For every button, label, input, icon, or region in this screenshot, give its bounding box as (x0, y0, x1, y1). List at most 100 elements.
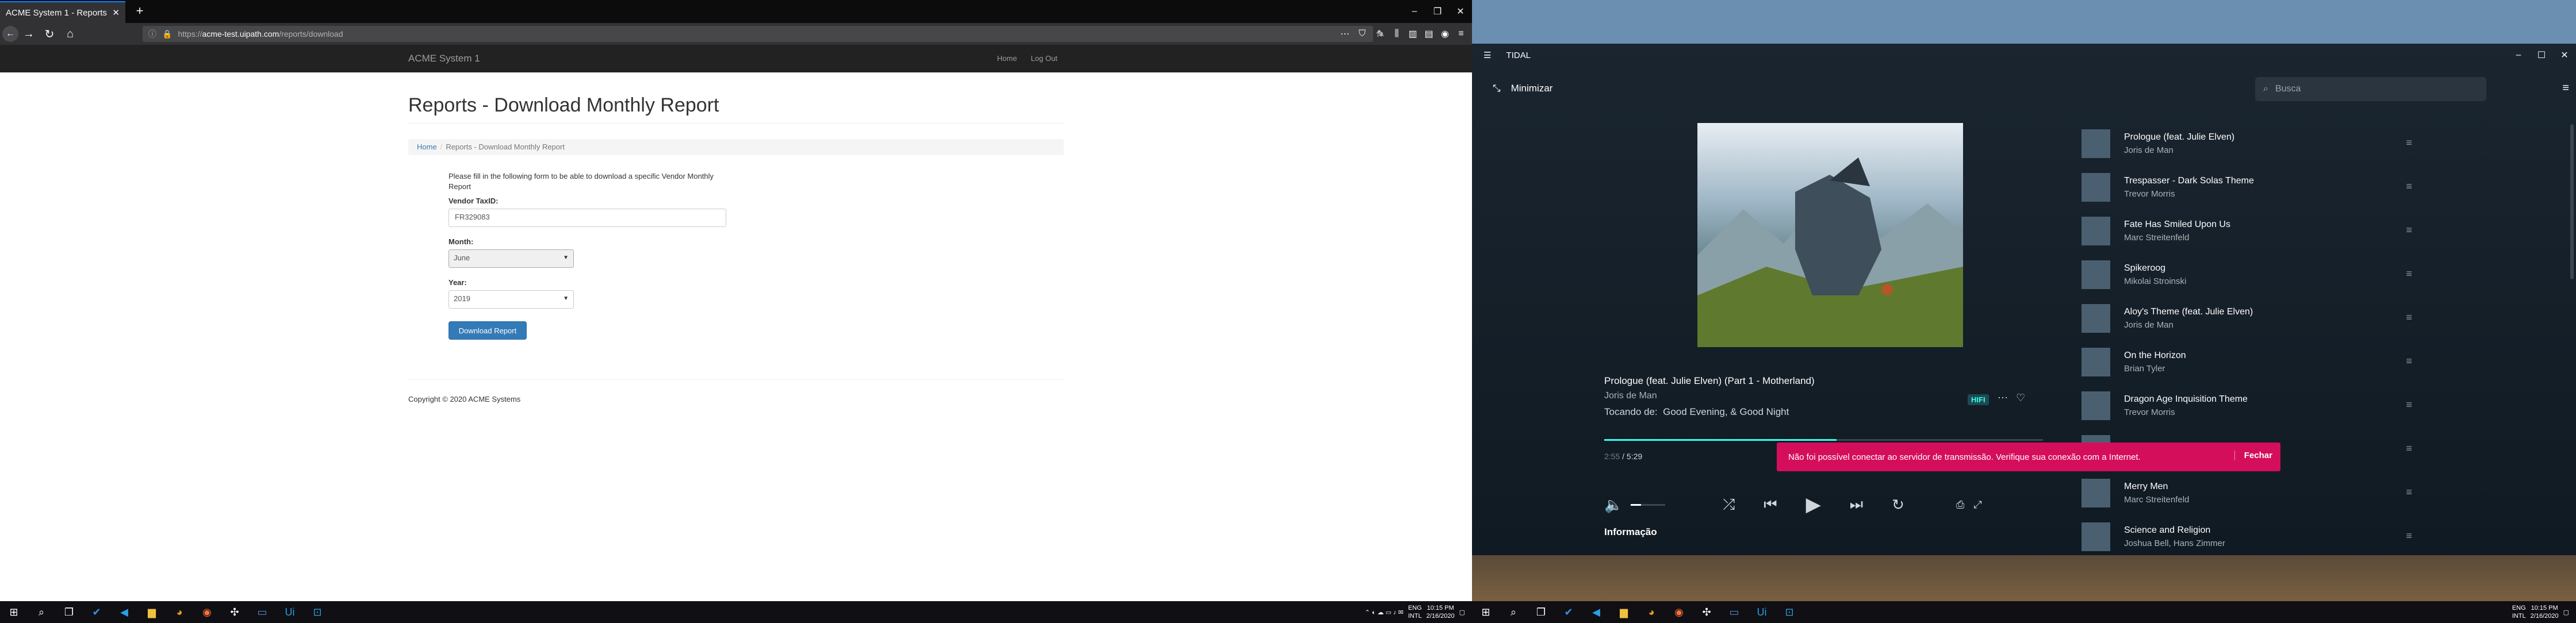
month-select[interactable]: June ▼ (448, 249, 574, 268)
queue-item[interactable]: On the Horizon Brian Tyler ≡ (2082, 340, 2426, 384)
sidebar-icon[interactable]: ▥ (1406, 26, 1419, 42)
favorite-heart-icon[interactable]: ♡ (2016, 392, 2025, 404)
queue-item-menu-icon[interactable]: ≡ (2406, 355, 2412, 367)
clock[interactable]: 10:15 PM 2/16/2020 (2531, 604, 2559, 620)
progress-bar[interactable] (1604, 439, 2043, 441)
repeat-icon[interactable]: ↻ (1892, 496, 1904, 514)
forward-icon[interactable]: → (18, 25, 39, 43)
queue-title[interactable]: Merry Men (2124, 482, 2366, 492)
queue-item[interactable]: Science and Religion Joshua Bell, Hans Zi… (2082, 515, 2426, 559)
close-window-icon[interactable]: ✕ (1449, 0, 1472, 23)
todo-app-icon[interactable]: ✔ (1555, 601, 1582, 623)
queue-title[interactable]: Science and Religion (2124, 525, 2366, 536)
queue-item-menu-icon[interactable]: ≡ (2406, 312, 2412, 324)
restore-icon[interactable]: ❐ (1426, 0, 1449, 23)
queue-item[interactable]: Prologue (feat. Julie Elven) Joris de Man… (2082, 122, 2426, 166)
queue-title[interactable]: On the Horizon (2124, 351, 2366, 361)
minimize-icon[interactable]: – (2507, 44, 2530, 67)
tidal-icon[interactable]: ✣ (1693, 601, 1720, 623)
shuffle-icon[interactable]: ⤮ (1723, 495, 1735, 514)
info-icon[interactable]: ⓘ (148, 28, 156, 40)
tray-icons[interactable]: ⌃ ◐ ☁ ▭ ♪ ✉ (1365, 609, 1404, 616)
search-input[interactable]: ⌕ Busca (2255, 77, 2486, 101)
uipath-studio-icon[interactable]: Ui (276, 601, 304, 623)
queue-title[interactable]: Prologue (feat. Julie Elven) (2124, 132, 2366, 143)
hamburger-menu-icon[interactable]: ≡ (1455, 26, 1467, 42)
queue-artist[interactable]: Marc Streitenfeld (2124, 233, 2366, 243)
chrome-icon[interactable]: ◕ (166, 601, 193, 623)
task-view-icon[interactable]: ❐ (1527, 601, 1555, 623)
close-tab-icon[interactable]: ✕ (112, 7, 120, 18)
notification-icon[interactable]: ▢ (1459, 609, 1465, 616)
input-language[interactable]: ENG INTL (1408, 604, 1422, 620)
uipath-robot-icon[interactable]: ⊡ (304, 601, 331, 623)
queue-item[interactable]: Spikeroog Mikolai Stroinski ≡ (2082, 253, 2426, 297)
queue-menu-icon[interactable]: ≡ (2562, 82, 2569, 95)
queue-item[interactable]: Dragon Age Inquisition Theme Trevor Morri… (2082, 384, 2426, 428)
queue-artist[interactable]: Mikolai Stroinski (2124, 276, 2366, 286)
input-language[interactable]: ENG INTL (2512, 604, 2526, 620)
queue-title[interactable]: Trespasser - Dark Solas Theme (2124, 176, 2366, 186)
previous-icon[interactable]: ⏮ (1764, 495, 1777, 514)
maximize-icon[interactable]: ☐ (2530, 44, 2553, 67)
file-explorer-icon[interactable]: ▆ (1610, 601, 1638, 623)
more-options-icon[interactable]: ⋯ (1998, 392, 2008, 404)
year-select[interactable]: 2019 ▼ (448, 290, 574, 309)
close-window-icon[interactable]: ✕ (2553, 44, 2576, 67)
app-window-icon[interactable]: ▭ (1720, 601, 1748, 623)
queue-item[interactable]: Merry Men Marc Streitenfeld ≡ (2082, 471, 2426, 515)
firefox-icon[interactable]: ◉ (193, 601, 221, 623)
nav-logout-link[interactable]: Log Out (1031, 54, 1057, 63)
task-view-icon[interactable]: ❐ (55, 601, 83, 623)
queue-title[interactable]: Dragon Age Inquisition Theme (2124, 394, 2366, 405)
search-icon[interactable]: ⌕ (1500, 601, 1527, 623)
chrome-icon[interactable]: ◕ (1638, 601, 1665, 623)
page-actions-icon[interactable]: ⋯ (1339, 26, 1351, 42)
queue-item-menu-icon[interactable]: ≡ (2406, 224, 2412, 236)
minimize-player-button[interactable]: ⤡ Minimizar (1493, 83, 1552, 94)
address-bar[interactable]: ⓘ 🔒 https://acme-test.uipath.com/reports… (143, 26, 1373, 42)
uipath-studio-icon[interactable]: Ui (1748, 601, 1776, 623)
now-playing-title[interactable]: Prologue (feat. Julie Elven) (Part 1 - M… (1604, 375, 1815, 387)
now-playing-artist[interactable]: Joris de Man (1604, 391, 1657, 401)
playing-from-source[interactable]: Good Evening, & Good Night (1663, 406, 1789, 417)
queue-scrollbar[interactable] (2570, 124, 2574, 279)
queue-item[interactable]: Trespasser - Dark Solas Theme Trevor Morr… (2082, 166, 2426, 209)
search-icon[interactable]: ⌕ (28, 601, 55, 623)
home-icon[interactable]: ⌂ (60, 25, 80, 43)
pocket-icon[interactable]: ⛉ (1356, 26, 1368, 42)
volume-slider[interactable] (1631, 503, 1666, 506)
queue-title[interactable]: Spikeroog (2124, 263, 2366, 274)
clock[interactable]: 10:15 PM 2/16/2020 (1427, 604, 1455, 620)
queue-item-menu-icon[interactable]: ≡ (2406, 399, 2412, 411)
vscode-icon[interactable]: ◀ (110, 601, 138, 623)
browser-tab[interactable]: ACME System 1 - Reports - Downlo ✕ (0, 1, 125, 23)
start-icon[interactable]: ⊞ (0, 601, 28, 623)
queue-artist[interactable]: Joshua Bell, Hans Zimmer (2124, 539, 2366, 548)
new-tab-icon[interactable]: + (131, 3, 148, 20)
fullscreen-icon[interactable]: ⤢ (1973, 499, 1981, 511)
todo-app-icon[interactable]: ✔ (83, 601, 110, 623)
download-report-button[interactable]: Download Report (448, 321, 527, 340)
queue-item-menu-icon[interactable]: ≡ (2406, 443, 2412, 455)
cast-icon[interactable]: ⎙ (1956, 499, 1964, 511)
app-menu-icon[interactable]: ☰ (1483, 50, 1491, 60)
queue-artist[interactable]: Brian Tyler (2124, 364, 2366, 374)
uipath-robot-icon[interactable]: ⊡ (1776, 601, 1803, 623)
queue-item-menu-icon[interactable]: ≡ (2406, 180, 2412, 193)
queue-artist[interactable]: Joris de Man (2124, 145, 2366, 155)
queue-item[interactable]: Fate Has Smiled Upon Us Marc Streitenfeld… (2082, 209, 2426, 253)
site-brand[interactable]: ACME System 1 (408, 53, 480, 64)
reader-icon[interactable]: ▤ (1423, 26, 1435, 42)
toast-close-button[interactable]: Fechar (2234, 451, 2272, 460)
queue-item-menu-icon[interactable]: ≡ (2406, 530, 2412, 542)
app-window-icon[interactable]: ▭ (248, 601, 276, 623)
nav-home-link[interactable]: Home (997, 54, 1017, 63)
account-icon[interactable]: ◉ (1439, 26, 1451, 42)
volume-icon[interactable]: 🔈 (1604, 496, 1623, 514)
reload-icon[interactable]: ↻ (39, 25, 60, 43)
queue-title[interactable]: Fate Has Smiled Upon Us (2124, 220, 2366, 230)
queue-title[interactable]: Aloy's Theme (feat. Julie Elven) (2124, 307, 2366, 317)
back-icon[interactable]: ← (2, 26, 18, 42)
queue-item-menu-icon[interactable]: ≡ (2406, 268, 2412, 280)
